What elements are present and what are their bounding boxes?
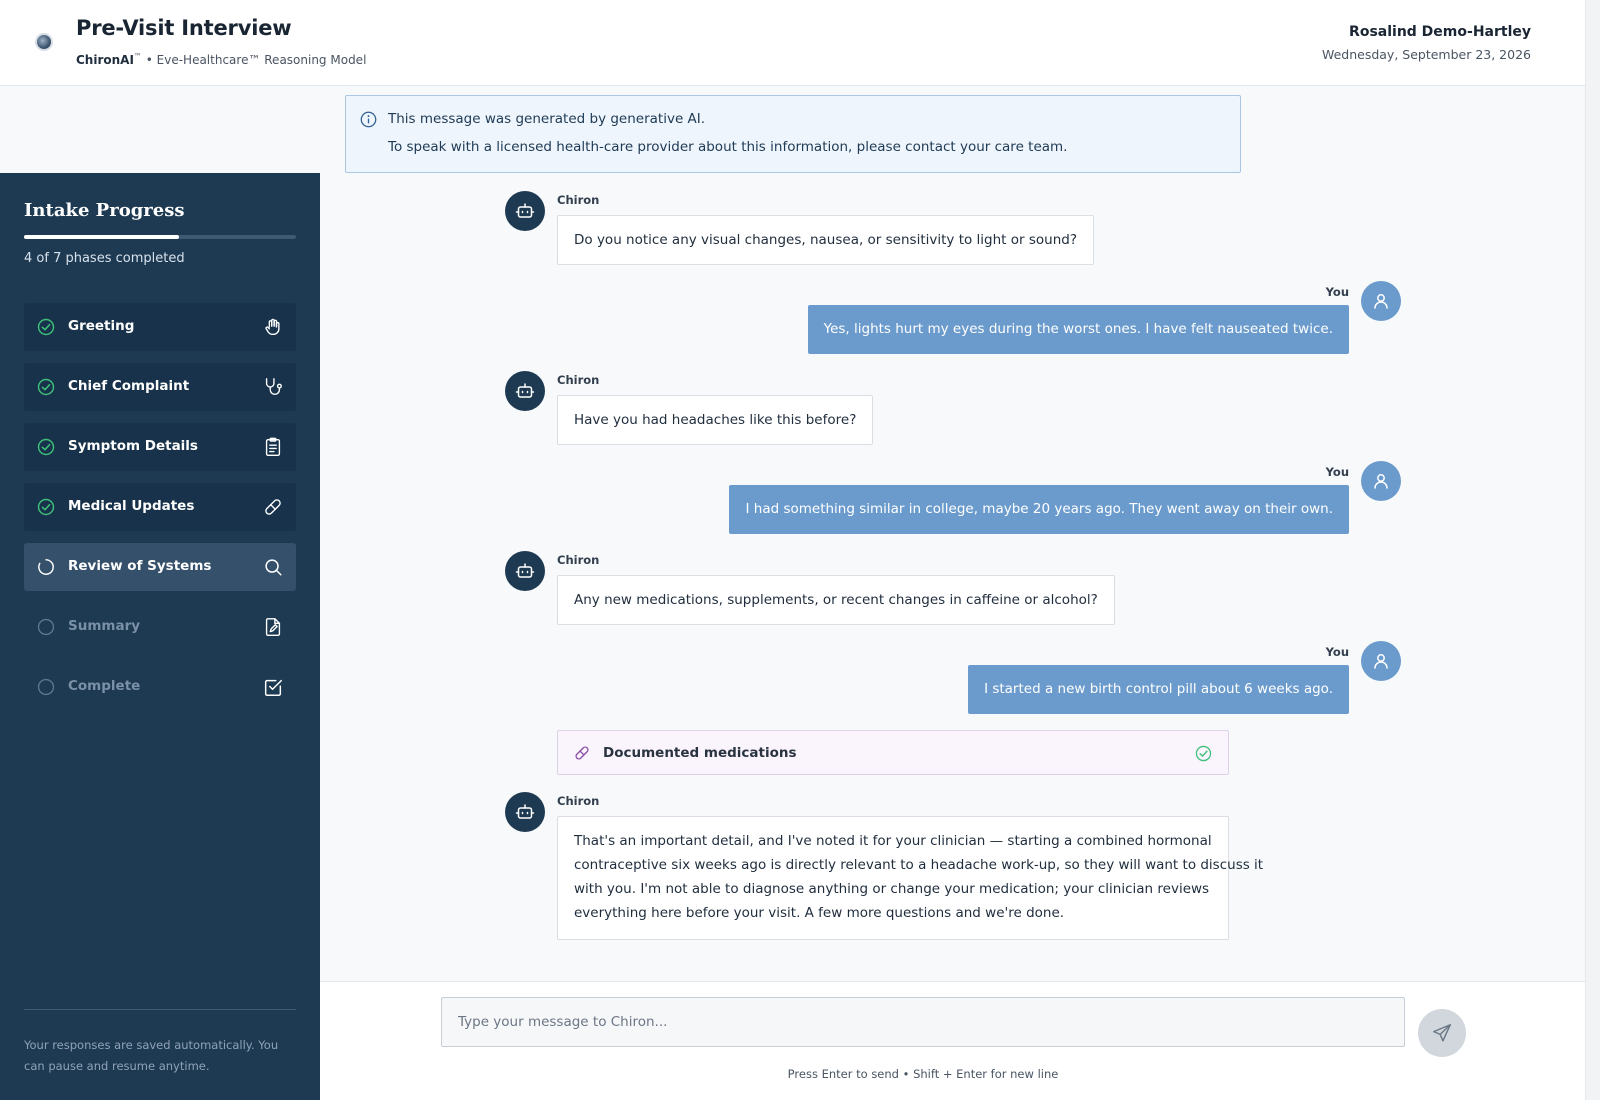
in-progress-icon	[38, 559, 54, 575]
user-message: I had something similar in college, mayb…	[729, 485, 1349, 534]
message-line: contraceptive six weeks ago is directly …	[574, 857, 1264, 873]
tool-card-label: Documented medications	[603, 745, 797, 761]
brand-name: ChironAI	[76, 53, 134, 67]
chiron-avatar	[505, 551, 545, 591]
intake-sidebar: Intake Progress 4 of 7 phases completed …	[0, 173, 320, 1100]
phase-summary[interactable]: Summary	[24, 603, 296, 651]
checkbox-icon	[264, 679, 282, 696]
check-circle-icon	[37, 378, 55, 396]
bot-message: Any new medications, supplements, or rec…	[557, 575, 1115, 625]
current-date: Wednesday, September 23, 2026	[1321, 47, 1531, 62]
send-button[interactable]	[1418, 1009, 1466, 1057]
message-line: everything here before your visit. A few…	[574, 905, 1065, 921]
sender-label: Chiron	[557, 553, 600, 567]
sender-label: You	[1325, 465, 1349, 479]
scrollbar[interactable]	[1585, 0, 1600, 1100]
pill-icon	[265, 499, 281, 515]
robot-icon	[515, 563, 535, 578]
clipboard-icon	[265, 437, 281, 456]
phase-symptom-details[interactable]: Symptom Details	[24, 423, 296, 471]
phase-medical-updates[interactable]: Medical Updates	[24, 483, 296, 531]
phase-chief-complaint[interactable]: Chief Complaint	[24, 363, 296, 411]
app-header: Pre-Visit Interview ChironAI™ • Eve-Heal…	[0, 0, 1585, 86]
user-icon	[1374, 474, 1388, 489]
disclaimer-line-2: To speak with a licensed health-care pro…	[388, 139, 1068, 155]
robot-icon	[515, 804, 535, 819]
search-icon	[265, 559, 282, 576]
phase-review-of-systems[interactable]: Review of Systems	[24, 543, 296, 591]
user-icon	[1374, 654, 1388, 669]
user-avatar	[1361, 641, 1401, 681]
autosave-note: Your responses are saved automatically. …	[24, 1038, 279, 1073]
bot-message: Do you notice any visual changes, nausea…	[557, 215, 1094, 265]
message-line: That's an important detail, and I've not…	[574, 833, 1212, 849]
check-circle-icon	[37, 438, 55, 456]
user-icon	[1374, 294, 1388, 309]
phase-label: Chief Complaint	[68, 378, 190, 394]
check-circle-icon	[1195, 745, 1212, 762]
chiron-avatar	[505, 371, 545, 411]
sidebar-divider	[24, 1009, 296, 1010]
message-line: with you. I'm not able to diagnose anyth…	[574, 881, 1210, 897]
check-circle-icon	[37, 498, 55, 516]
check-circle-icon	[37, 318, 55, 336]
pill-icon	[575, 746, 589, 760]
hand-icon	[265, 318, 280, 336]
user-avatar	[1361, 461, 1401, 501]
globe-logo-icon	[35, 33, 53, 51]
user-message: Yes, lights hurt my eyes during the wors…	[807, 305, 1349, 354]
disclaimer-line-1: This message was generated by generative…	[388, 111, 706, 127]
empty-circle-icon	[37, 678, 55, 696]
robot-icon	[515, 383, 535, 398]
sender-label: Chiron	[557, 794, 600, 808]
composer-hint: Press Enter to send • Shift + Enter for …	[787, 1067, 1059, 1081]
info-icon	[360, 111, 377, 128]
phase-label: Review of Systems	[68, 558, 212, 574]
phase-greeting[interactable]: Greeting	[24, 303, 296, 351]
empty-circle-icon	[37, 618, 55, 636]
chiron-avatar	[505, 191, 545, 231]
phase-label: Greeting	[68, 318, 135, 334]
brand-mark: ™	[133, 52, 142, 61]
user-name: Rosalind Demo-Hartley	[1349, 24, 1531, 40]
sidebar-title: Intake Progress	[24, 200, 185, 221]
chiron-avatar	[505, 792, 545, 832]
document-edit-icon	[265, 618, 281, 636]
robot-icon	[515, 203, 535, 218]
sender-label: You	[1325, 645, 1349, 659]
phase-label: Summary	[68, 618, 141, 634]
bot-message: Have you had headaches like this before?	[557, 395, 874, 445]
progress-text: 4 of 7 phases completed	[24, 251, 185, 266]
sender-label: You	[1325, 285, 1349, 299]
bot-message: That's an important detail, and I've not…	[557, 816, 1264, 940]
user-avatar	[1361, 281, 1401, 321]
message-input[interactable]	[441, 997, 1405, 1047]
ai-disclaimer-banner: This message was generated by generative…	[345, 95, 1241, 173]
user-message: I started a new birth control pill about…	[968, 665, 1349, 714]
sender-label: Chiron	[557, 193, 600, 207]
progress-bar	[24, 235, 296, 239]
phase-label: Medical Updates	[68, 498, 195, 514]
phase-list: Greeting Chief Complaint Symptom Details…	[24, 303, 296, 723]
sender-label: Chiron	[557, 373, 600, 387]
phase-label: Complete	[68, 678, 141, 694]
send-icon	[1433, 1024, 1451, 1042]
progress-bar-fill	[24, 235, 180, 239]
stethoscope-icon	[265, 378, 282, 395]
model-subtitle: ChironAI™ • Eve-Healthcare™ Reasoning Mo…	[76, 52, 366, 67]
documented-medications-card[interactable]: Documented medications	[557, 730, 1229, 775]
page-title: Pre-Visit Interview	[76, 16, 292, 40]
phase-complete[interactable]: Complete	[24, 663, 296, 711]
model-name: • Eve-Healthcare™ Reasoning Model	[145, 53, 367, 67]
phase-label: Symptom Details	[68, 438, 198, 454]
